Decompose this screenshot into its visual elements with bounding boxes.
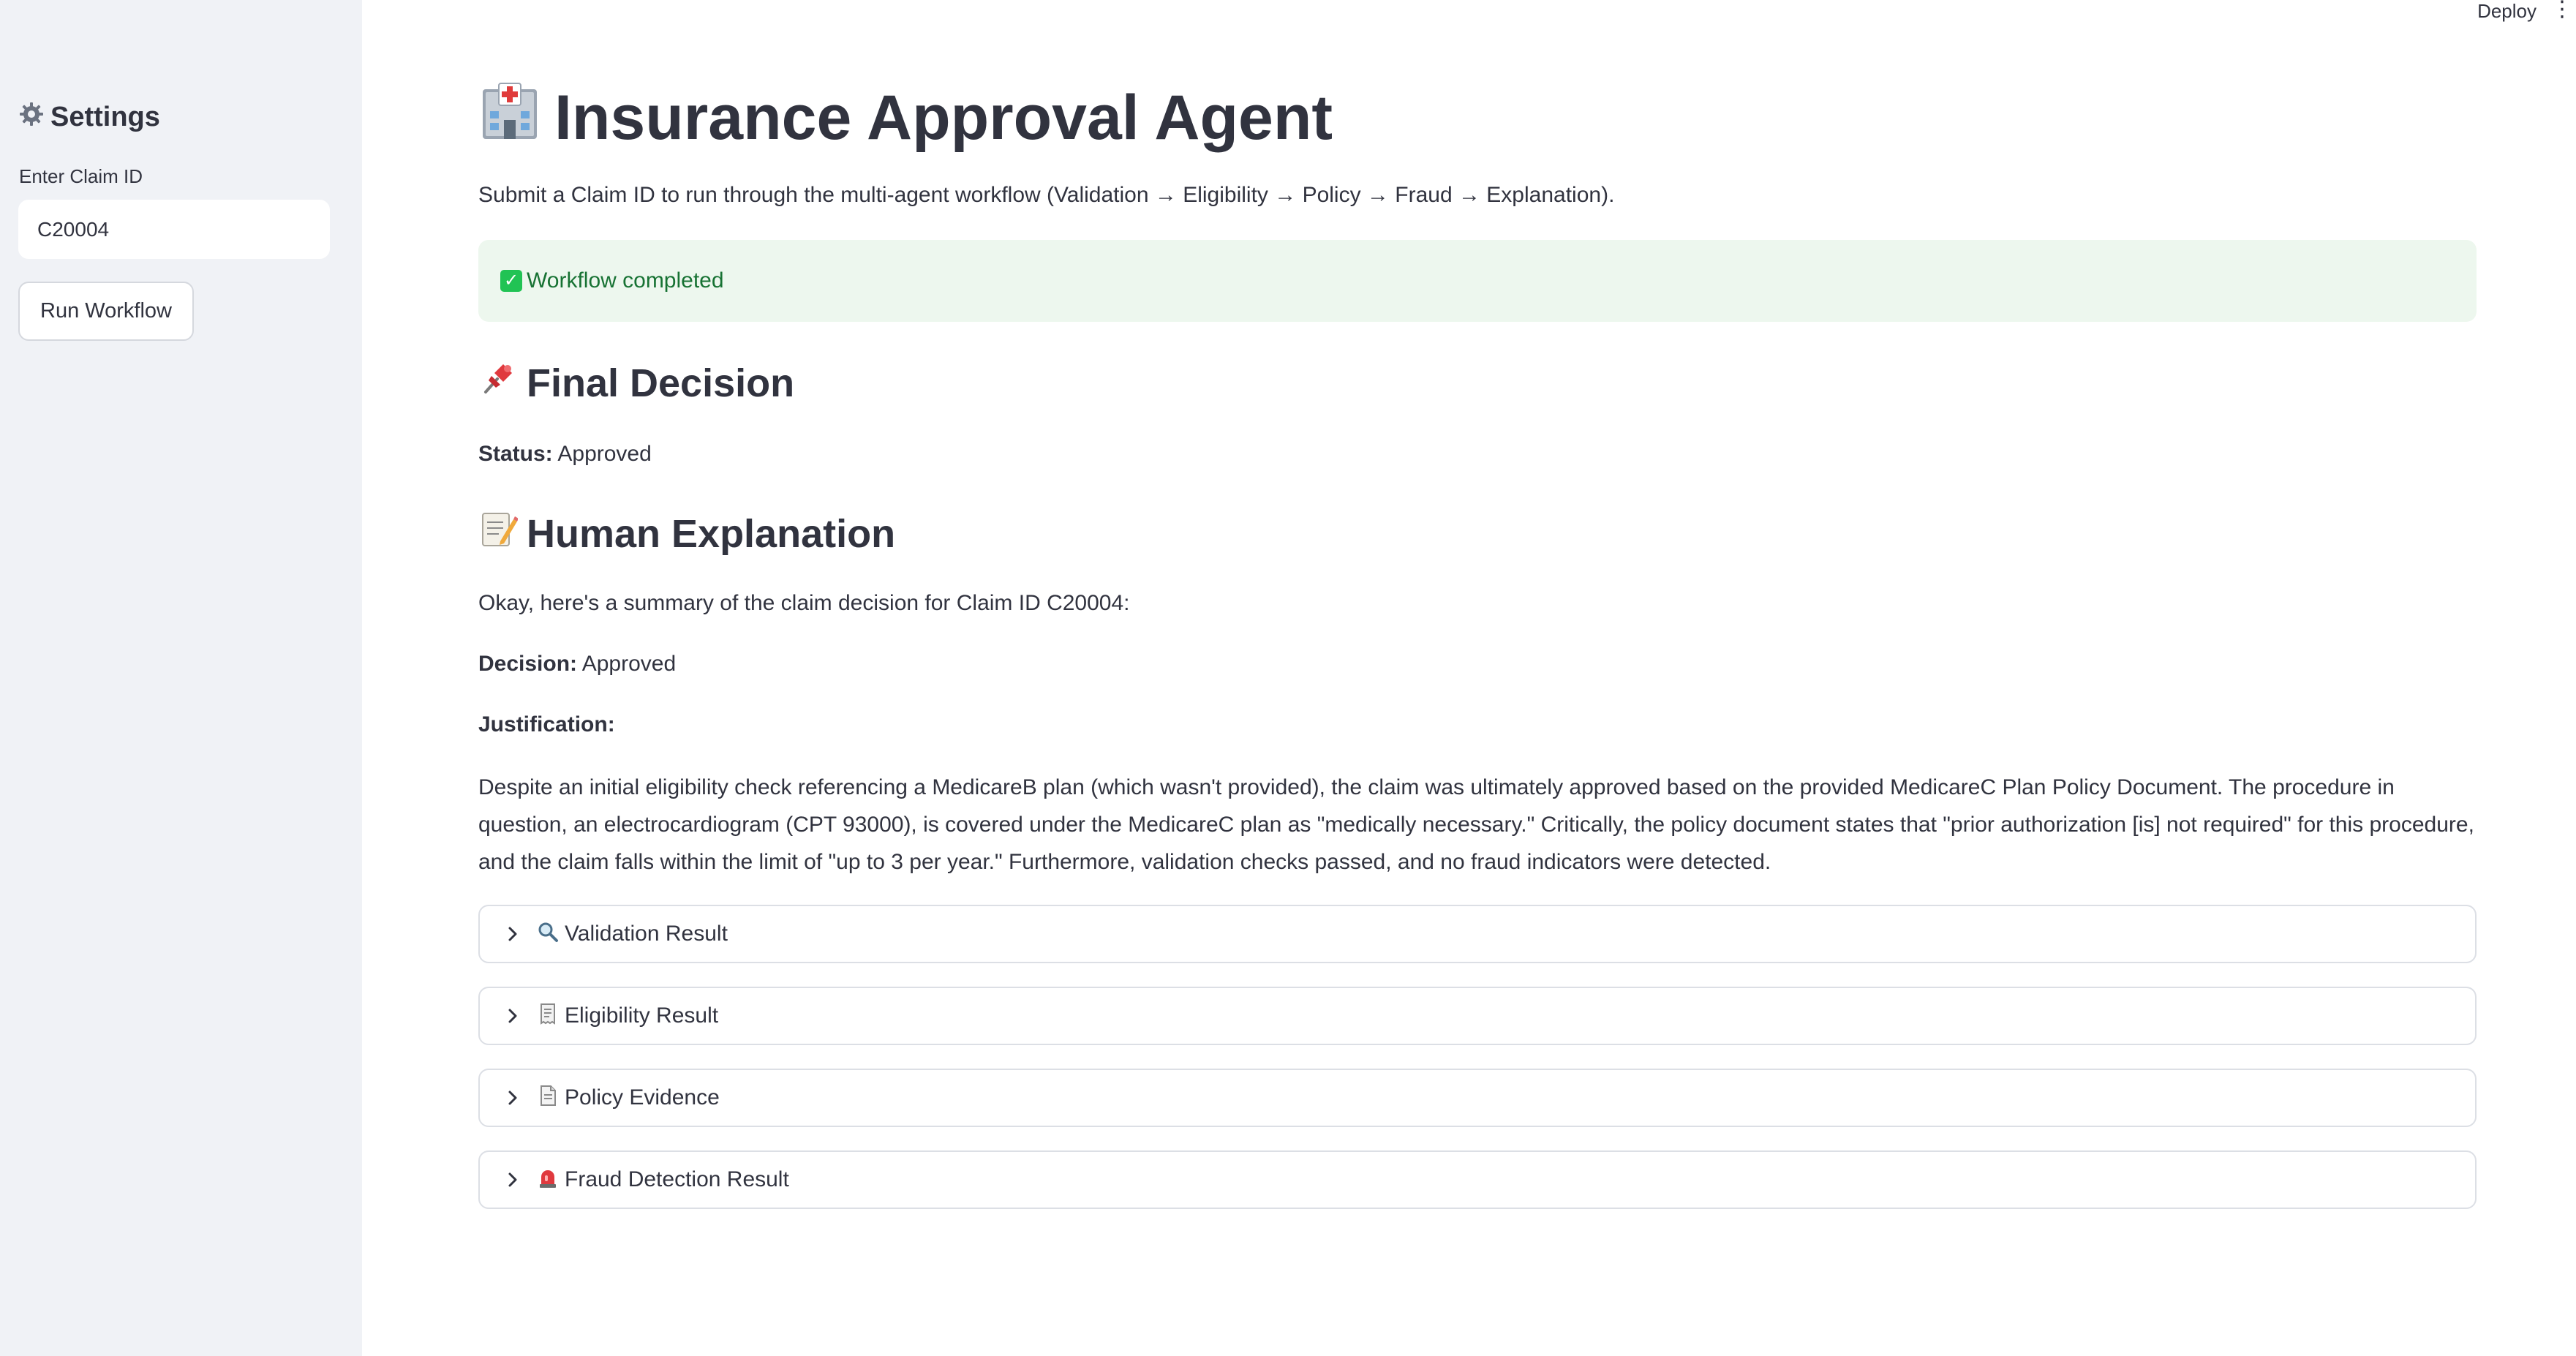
status-label: Status: <box>478 442 553 466</box>
gear-icon <box>18 101 45 134</box>
validation-result-expander[interactable]: Validation Result <box>478 905 2477 963</box>
human-explanation-heading: Human Explanation <box>478 509 895 558</box>
decision-value: Approved <box>581 652 677 676</box>
fraud-detection-result-label: Fraud Detection Result <box>565 1167 789 1191</box>
deploy-button[interactable]: Deploy <box>2477 0 2537 23</box>
sidebar: Settings Enter Claim ID Run Workflow <box>0 0 362 1356</box>
chevron-right-icon <box>505 1008 521 1024</box>
decision-line: Decision: Approved <box>478 652 676 677</box>
eligibility-result-expander[interactable]: Eligibility Result <box>478 987 2477 1045</box>
chevron-right-icon <box>505 1090 521 1106</box>
policy-evidence-expander[interactable]: Policy Evidence <box>478 1069 2477 1127</box>
justification-text: Despite an initial eligibility check ref… <box>478 775 2474 874</box>
status-value: Approved <box>557 442 652 466</box>
success-message: Workflow completed <box>527 268 724 293</box>
main-menu-icon[interactable]: ⋮ <box>2551 0 2573 20</box>
page-icon <box>537 1085 559 1112</box>
justification-label: Justification: <box>478 712 615 737</box>
final-decision-title: Final Decision <box>527 361 795 405</box>
success-alert: ✓ Workflow completed <box>478 240 2477 322</box>
magnifying-glass-icon <box>537 921 559 948</box>
status-line: Status: Approved <box>478 442 652 467</box>
claim-id-label: Enter Claim ID <box>19 165 143 187</box>
check-mark-icon: ✓ <box>500 270 522 292</box>
human-explanation-title: Human Explanation <box>527 511 896 556</box>
page-title: Insurance Approval Agent <box>478 79 1333 157</box>
sidebar-heading: Settings <box>18 101 160 134</box>
memo-icon <box>478 509 519 558</box>
run-workflow-button[interactable]: Run Workflow <box>18 282 194 341</box>
chevron-right-icon <box>505 926 521 942</box>
fraud-detection-result-expander[interactable]: Fraud Detection Result <box>478 1150 2477 1209</box>
pushpin-icon <box>478 358 518 407</box>
validation-result-label: Validation Result <box>565 922 728 946</box>
siren-icon <box>537 1167 559 1194</box>
final-decision-heading: Final Decision <box>478 358 794 407</box>
explanation-intro: Okay, here's a summary of the claim deci… <box>478 591 1130 615</box>
subtitle: Submit a Claim ID to run through the mul… <box>478 183 1615 207</box>
decision-label: Decision: <box>478 652 578 676</box>
receipt-icon <box>537 1003 559 1030</box>
sidebar-title: Settings <box>50 102 160 132</box>
page-title-text: Insurance Approval Agent <box>554 83 1333 153</box>
eligibility-result-label: Eligibility Result <box>565 1003 719 1028</box>
claim-id-input[interactable] <box>18 200 330 259</box>
chevron-right-icon <box>505 1172 521 1188</box>
policy-evidence-label: Policy Evidence <box>565 1085 720 1110</box>
hospital-icon <box>478 79 541 157</box>
